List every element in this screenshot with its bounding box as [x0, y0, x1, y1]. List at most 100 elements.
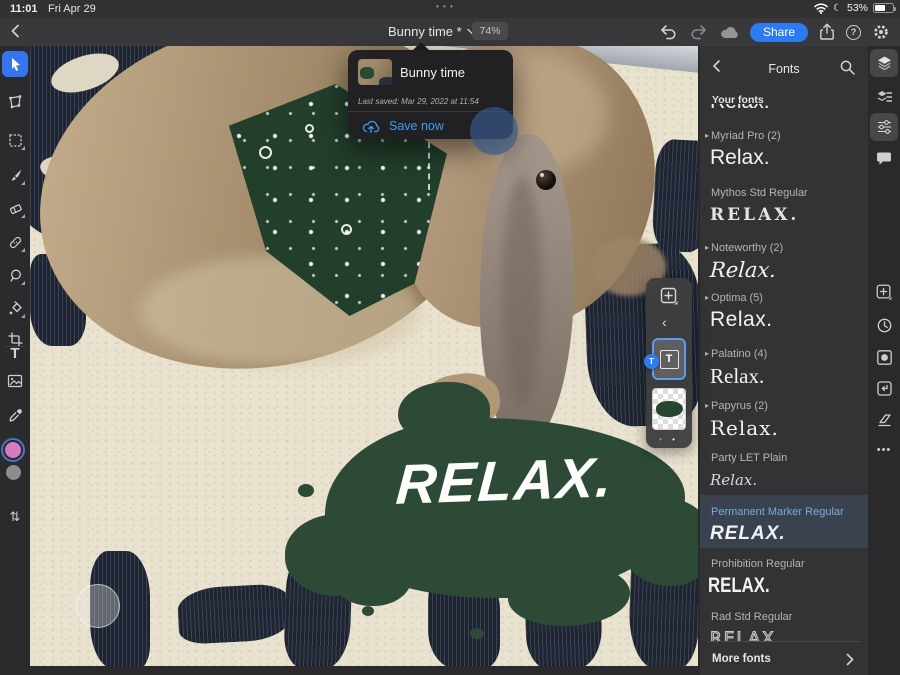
layer-mask-button[interactable] — [870, 343, 898, 371]
eraser-tool[interactable] — [2, 195, 28, 221]
transform-tool[interactable] — [2, 89, 28, 115]
background-color-chip[interactable] — [5, 464, 22, 481]
paint-bucket-icon — [8, 301, 23, 316]
last-saved-text: Last saved: Mar 29, 2022 at 11:54 — [358, 97, 479, 106]
font-item-palatino[interactable]: ▸Palatino (4) Relax. — [700, 348, 868, 388]
popup-document-title: Bunny time — [400, 65, 465, 80]
font-item-rad-std[interactable]: Rad Std Regular RELAX. — [700, 611, 868, 642]
panel-divider — [708, 641, 860, 642]
fonts-panel: Fonts Your fonts Relax. ▸Myriad Pro (2) … — [700, 46, 868, 675]
pager-dot-dim: • — [659, 435, 666, 444]
font-item[interactable]: Relax. — [700, 104, 868, 122]
clock-history-icon — [876, 317, 893, 334]
image-icon — [7, 374, 23, 388]
swap-arrows-icon: ⇅ — [10, 509, 21, 525]
bunny-eye — [536, 170, 556, 190]
eyedropper-tool[interactable] — [2, 402, 28, 428]
back-button[interactable] — [8, 23, 26, 41]
font-name: Myriad Pro (2) — [711, 130, 781, 142]
healing-brush-tool[interactable] — [2, 229, 28, 255]
font-preview: Relax. — [700, 468, 868, 492]
app-bar: Bunny time * 74% Share ? — [0, 18, 900, 46]
document-canvas[interactable]: RELAX. — [30, 46, 698, 666]
zoom-level-badge[interactable]: 74% — [472, 22, 508, 40]
font-name: Palatino (4) — [711, 348, 767, 360]
share-button[interactable]: Share — [750, 23, 808, 42]
relax-artwork-text: RELAX. — [328, 442, 682, 519]
font-preview: Relax. — [699, 258, 869, 282]
save-now-label: Save now — [389, 119, 444, 133]
settings-gear-icon[interactable] — [872, 23, 890, 41]
text-layer-thumb: T — [660, 350, 679, 369]
move-tool[interactable] — [2, 51, 28, 77]
comment-bubble-icon — [876, 151, 892, 166]
collapse-chevron-icon[interactable]: ‹ — [662, 314, 667, 330]
font-item-mythos-std[interactable]: Mythos Std Regular RELAX. — [700, 187, 868, 227]
type-tool[interactable]: T — [2, 340, 28, 366]
bandana-ring-motif — [305, 124, 314, 133]
font-item-papyrus[interactable]: ▸Papyrus (2) Relax. — [700, 400, 868, 440]
document-title-dropdown[interactable]: Bunny time * — [388, 24, 477, 39]
touch-indicator — [76, 584, 120, 628]
paint-splatter-dot — [682, 558, 696, 570]
bunny-eye-highlight — [540, 173, 544, 177]
paint-layer-thumb — [656, 401, 683, 417]
layer-visibility-button[interactable] — [870, 311, 898, 339]
layer-properties-icon — [876, 88, 893, 104]
chevron-right-icon — [846, 653, 854, 666]
cloud-sync-icon[interactable] — [719, 25, 739, 39]
photoshop-ipad-app: 11:01 Fri Apr 29 • • • ☾ 53% Bunny time … — [0, 0, 900, 675]
font-name: Permanent Marker Regular — [711, 506, 844, 518]
flyout-pager[interactable]: • • — [646, 435, 692, 444]
layers-flyout: ‹ T T • • — [646, 278, 692, 448]
layers-panel-button[interactable] — [870, 49, 898, 77]
clipping-mask-icon — [876, 380, 893, 397]
add-layer-rail-button[interactable] — [870, 278, 898, 306]
paint-layer-tile[interactable] — [652, 388, 686, 430]
rug-pattern-block — [651, 139, 698, 254]
clean-up-button[interactable] — [870, 406, 898, 434]
place-image-tool[interactable] — [2, 368, 28, 394]
font-item-prohibition[interactable]: Prohibition Regular RELAX. — [700, 558, 868, 598]
paint-blob-splat — [330, 544, 412, 606]
disclosure-triangle-icon: ▸ — [705, 401, 709, 410]
eraser-icon — [8, 201, 23, 216]
more-options-button[interactable]: ••• — [870, 436, 898, 464]
paint-splatter-dot — [470, 628, 484, 639]
add-layer-button[interactable] — [659, 286, 679, 306]
type-tool-t-glyph: T — [10, 345, 19, 362]
eyedropper-icon — [8, 408, 23, 423]
foreground-color-chip[interactable] — [3, 440, 23, 460]
redo-button[interactable] — [689, 24, 708, 40]
clipping-mask-button[interactable] — [870, 374, 898, 402]
swap-colors-button[interactable]: ⇅ — [2, 504, 28, 530]
tool-bar: T ⇅ — [0, 46, 30, 675]
disclosure-triangle-icon: ▸ — [705, 349, 709, 358]
font-item-party-let[interactable]: Party LET Plain Relax. — [700, 452, 868, 492]
export-icon[interactable] — [819, 23, 835, 41]
undo-button[interactable] — [659, 24, 678, 40]
add-layer-icon — [875, 283, 893, 301]
wifi-icon — [814, 3, 828, 14]
search-icon[interactable] — [839, 59, 856, 76]
sliders-icon — [876, 119, 893, 135]
comments-button[interactable] — [870, 144, 898, 172]
bandage-icon — [8, 235, 23, 250]
help-icon[interactable]: ? — [846, 25, 861, 40]
font-item-optima[interactable]: ▸Optima (5) Relax. — [700, 292, 868, 332]
marquee-icon — [8, 133, 23, 148]
font-preview: Relax. — [700, 104, 868, 114]
layer-properties-button[interactable] — [870, 82, 898, 110]
select-tool[interactable] — [2, 127, 28, 153]
brush-tool[interactable] — [2, 162, 28, 188]
font-item-noteworthy[interactable]: ▸Noteworthy (2) Relax. — [700, 242, 868, 282]
paint-blob-splat — [398, 382, 490, 444]
paint-splatter-dot — [362, 606, 374, 616]
font-item-permanent-marker-selected[interactable]: Permanent Marker Regular RELAX. — [700, 495, 868, 548]
smudge-tool[interactable] — [2, 262, 28, 288]
font-item-myriad-pro[interactable]: ▸Myriad Pro (2) Relax. — [700, 130, 868, 170]
more-fonts-button[interactable]: More fonts — [700, 645, 868, 673]
adjustments-button[interactable] — [870, 113, 898, 141]
fill-tool[interactable] — [2, 295, 28, 321]
add-layer-icon — [659, 286, 679, 306]
